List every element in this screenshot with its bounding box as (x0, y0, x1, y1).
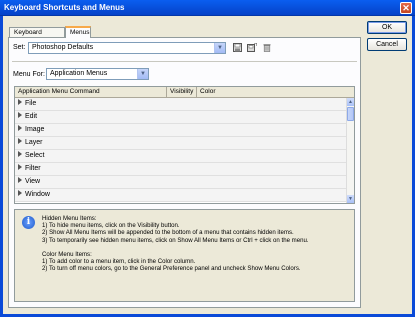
column-header-visibility[interactable]: Visibility (167, 87, 197, 97)
table-row[interactable]: Select (15, 150, 346, 163)
menu-for-select-value: Application Menus (50, 70, 108, 77)
hidden-items-line-1: 1) To hide menu items, click on the Visi… (42, 222, 180, 230)
expand-triangle-icon[interactable] (18, 99, 22, 106)
color-items-title: Color Menu Items: (42, 250, 92, 258)
row-label: View (25, 178, 41, 185)
table-rows: File Edit Image Layer Select Filter View… (15, 98, 346, 202)
set-label: Set: (13, 44, 26, 51)
table-row[interactable]: Layer (15, 137, 346, 150)
save-set-copy-icon[interactable] (246, 42, 257, 54)
info-box: i Hidden Menu Items: 1) To hide menu ite… (14, 209, 355, 302)
table-row[interactable]: Edit (15, 111, 346, 124)
save-set-icon[interactable] (232, 43, 243, 54)
expand-triangle-icon[interactable] (18, 177, 22, 184)
table-row[interactable]: View (15, 176, 346, 189)
hidden-items-line-2: 2) Show All Menu Items will be appended … (42, 229, 294, 237)
chevron-down-icon: ▼ (137, 69, 148, 79)
scroll-down-icon[interactable]: ▼ (347, 195, 354, 203)
info-icon: i (22, 216, 35, 229)
row-label: Image (25, 126, 45, 133)
color-items-line-2: 2) To turn off menu colors, go to the Ge… (42, 265, 301, 273)
scroll-thumb[interactable] (347, 107, 354, 121)
row-label: Edit (25, 113, 38, 120)
table-header: Application Menu Command Visibility Colo… (15, 87, 354, 98)
column-header-command[interactable]: Application Menu Command (15, 87, 167, 97)
expand-triangle-icon[interactable] (18, 190, 22, 197)
cancel-button[interactable]: Cancel (367, 38, 407, 51)
menu-for-select[interactable]: Application Menus ▼ (46, 68, 149, 80)
row-label: Layer (25, 139, 43, 146)
expand-triangle-icon[interactable] (18, 151, 22, 158)
column-header-color[interactable]: Color (197, 87, 297, 97)
info-text: Hidden Menu Items: 1) To hide menu items… (42, 215, 347, 272)
ok-button[interactable]: OK (367, 21, 407, 34)
expand-triangle-icon[interactable] (18, 125, 22, 132)
hidden-items-title: Hidden Menu Items: (42, 215, 97, 222)
row-label: File (25, 100, 37, 107)
menu-command-table: Application Menu Command Visibility Colo… (14, 86, 355, 204)
expand-triangle-icon[interactable] (18, 138, 22, 145)
set-select[interactable]: Photoshop Defaults ▼ (28, 42, 226, 54)
tab-menus[interactable]: Menus (65, 26, 91, 38)
row-label: Filter (25, 165, 41, 172)
window-title: Keyboard Shortcuts and Menus (4, 3, 125, 12)
row-label: Select (25, 152, 45, 159)
delete-set-icon[interactable] (261, 43, 272, 54)
table-row[interactable]: Window (15, 189, 346, 202)
table-row[interactable]: File (15, 98, 346, 111)
color-items-line-1: 1) To add color to a menu item, click in… (42, 258, 196, 266)
expand-triangle-icon[interactable] (18, 164, 22, 171)
vertical-scrollbar[interactable]: ▲ ▼ (346, 98, 354, 203)
menu-for-label: Menu For: (13, 71, 45, 78)
set-select-value: Photoshop Defaults (32, 44, 94, 51)
title-bar: Keyboard Shortcuts and Menus ✕ (0, 0, 415, 16)
row-label: Window (25, 191, 50, 198)
scroll-up-icon[interactable]: ▲ (347, 98, 354, 106)
table-row[interactable]: Image (15, 124, 346, 137)
separator (12, 61, 357, 62)
close-icon[interactable]: ✕ (400, 2, 412, 14)
expand-triangle-icon[interactable] (18, 112, 22, 119)
table-row[interactable]: Filter (15, 163, 346, 176)
chevron-down-icon: ▼ (214, 43, 225, 53)
hidden-items-line-3: 3) To temporarily see hidden menu items,… (42, 236, 309, 244)
